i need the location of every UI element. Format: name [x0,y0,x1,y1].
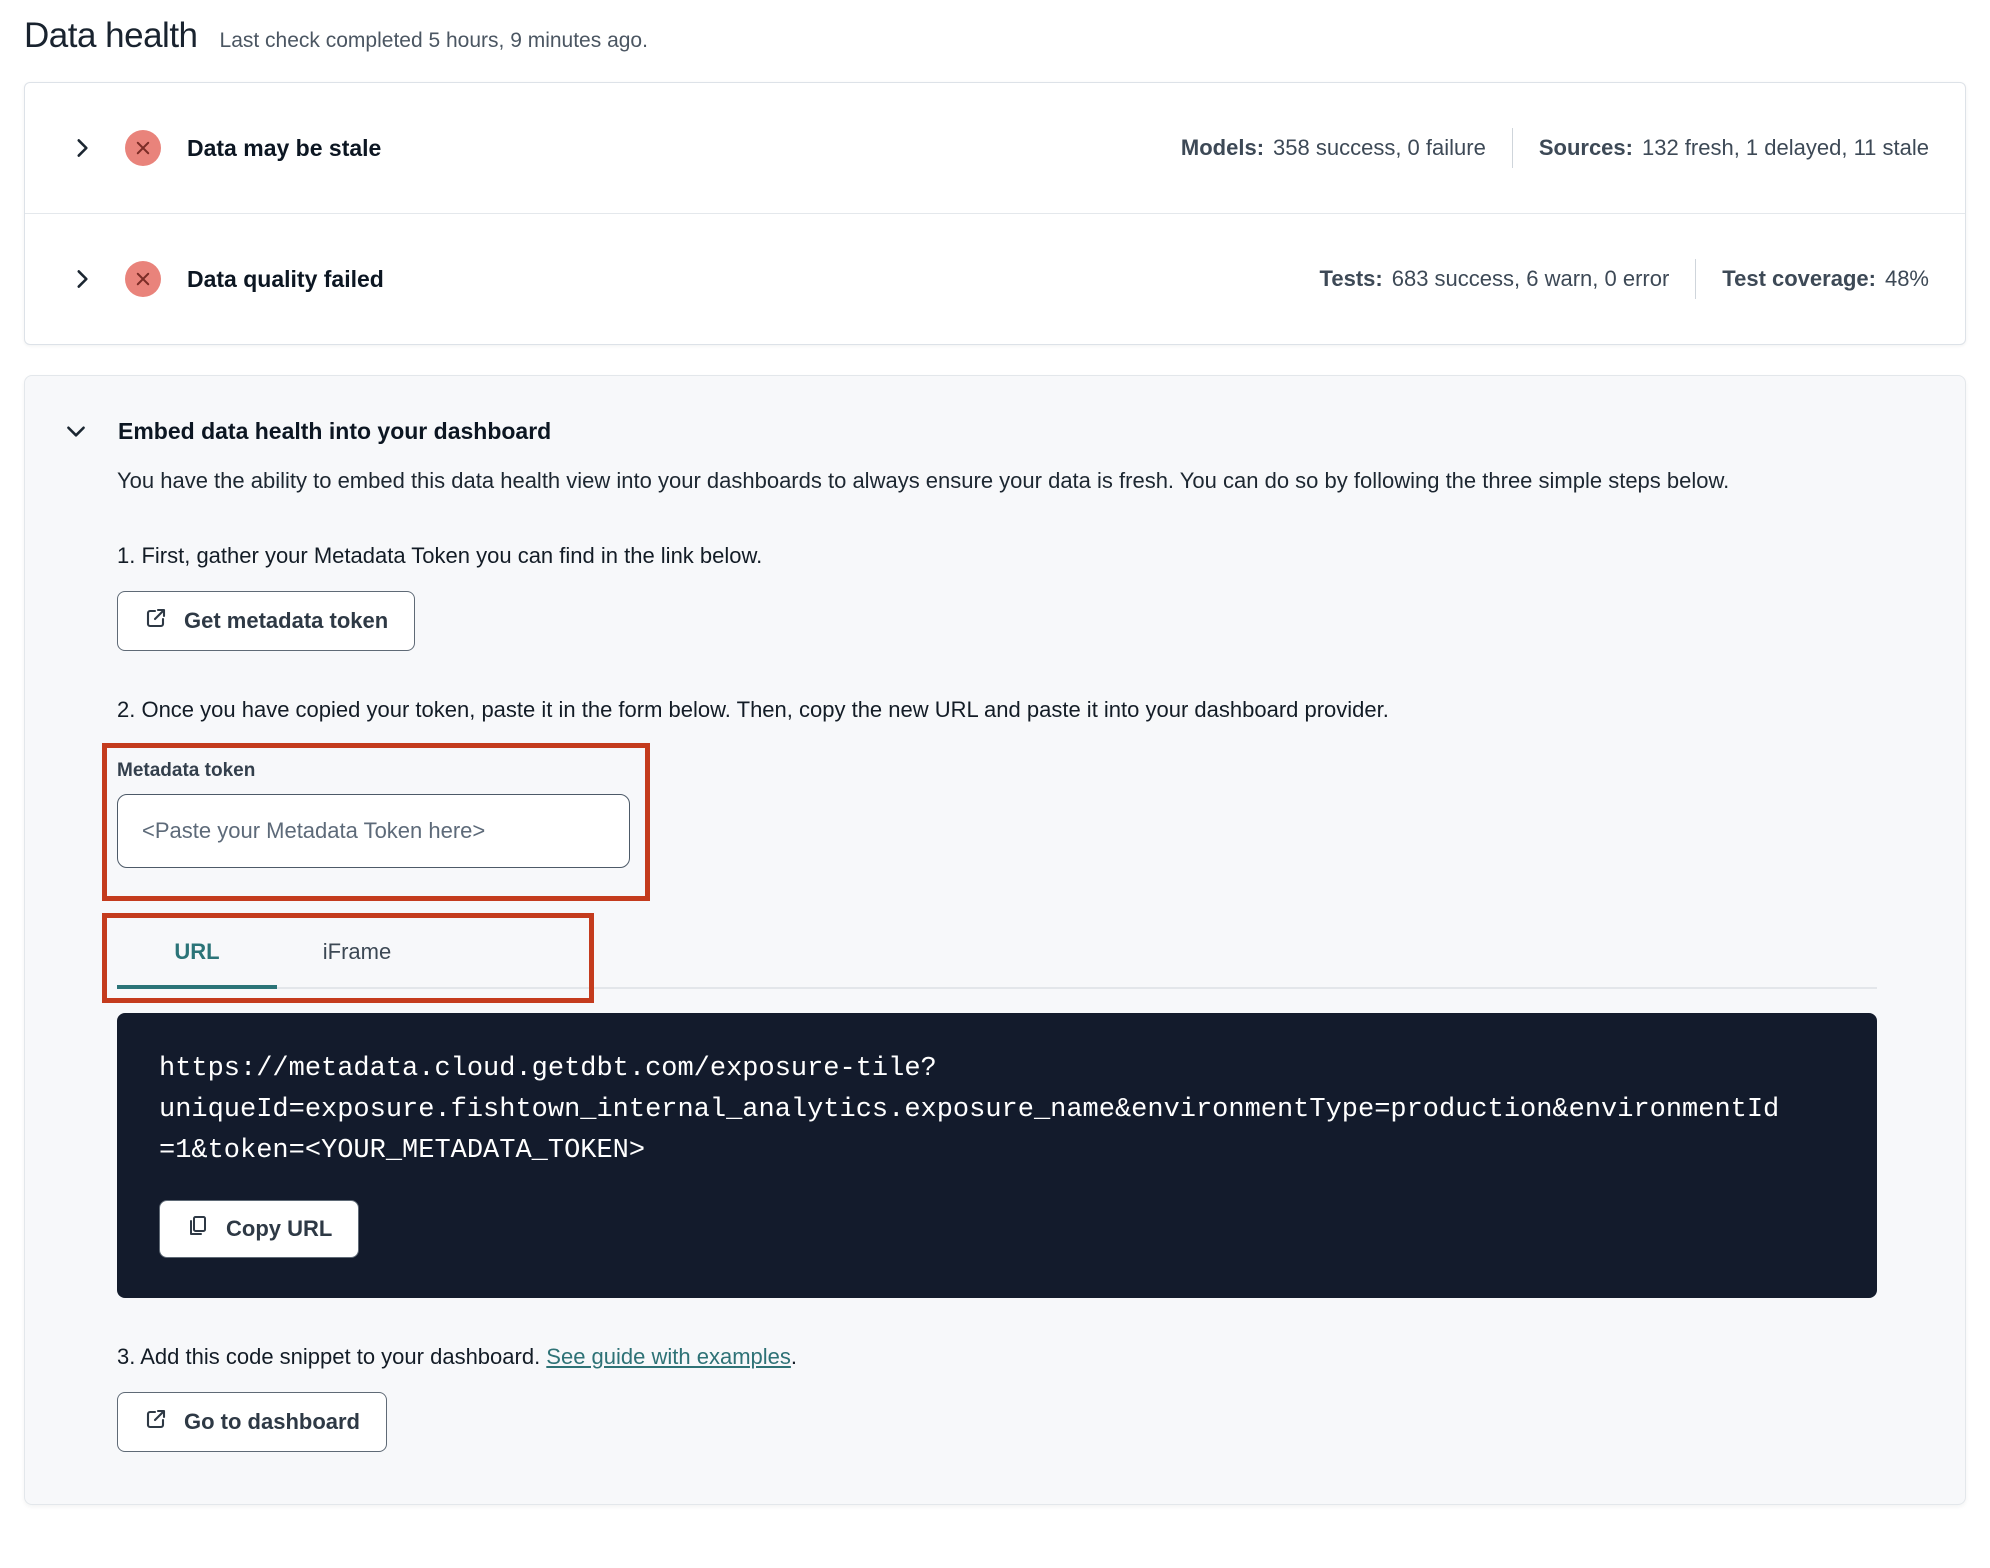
sources-stat: Sources: 132 fresh, 1 delayed, 11 stale [1539,135,1929,161]
copy-url-button[interactable]: Copy URL [159,1200,360,1258]
embed-panel: Embed data health into your dashboard Yo… [24,375,1966,1505]
step-2-text: 2. Once you have copied your token, past… [117,697,1389,722]
embed-url-line: uniqueId=exposure.fishtown_internal_anal… [159,1095,1780,1125]
copy-icon [186,1214,210,1244]
data-health-page: Data health Last check completed 5 hours… [0,0,1990,1505]
models-stat-value: 358 success, 0 failure [1273,135,1486,160]
status-row-data-quality[interactable]: Data quality failed Tests: 683 success, 6… [25,214,1965,344]
status-card: Data may be stale Models: 358 success, 0 … [24,82,1966,345]
embed-panel-title: Embed data health into your dashboard [118,417,552,444]
status-row-data-stale[interactable]: Data may be stale Models: 358 success, 0 … [25,83,1965,213]
guide-examples-link[interactable]: See guide with examples [546,1344,791,1369]
coverage-stat: Test coverage: 48% [1722,266,1929,292]
models-stat: Models: 358 success, 0 failure [1181,135,1486,161]
go-to-dashboard-label: Go to dashboard [184,1409,360,1434]
tests-stat-label: Tests: [1319,266,1383,291]
external-link-icon [144,1407,168,1437]
external-link-icon [144,606,168,636]
page-title: Data health [24,16,198,55]
step-1-text: 1. First, gather your Metadata Token you… [117,543,763,568]
tests-stat-value: 683 success, 6 warn, 0 error [1391,266,1670,291]
tests-stat: Tests: 683 success, 6 warn, 0 error [1320,266,1670,292]
stats-divider [1511,128,1513,168]
error-status-icon [125,261,161,297]
output-format-tabs: URL iFrame [102,913,1877,1003]
chevron-right-icon[interactable] [67,264,97,294]
annotation-highlight-token-box: Metadata token [102,743,650,901]
status-row-stats: Models: 358 success, 0 failure Sources: 13… [1181,128,1929,168]
error-status-icon [125,130,161,166]
chevron-right-icon[interactable] [67,133,97,163]
chevron-down-icon[interactable] [61,416,91,446]
sources-stat-value: 132 fresh, 1 delayed, 11 stale [1641,135,1929,160]
models-stat-label: Models: [1180,135,1265,160]
get-metadata-token-button[interactable]: Get metadata token [117,591,416,651]
tab-iframe[interactable]: iFrame [277,923,437,989]
status-row-title: Data quality failed [187,265,384,292]
embed-url-line: =1&token=<YOUR_METADATA_TOKEN> [159,1136,646,1166]
last-check-status: Last check completed 5 hours, 9 minutes … [219,29,648,52]
coverage-stat-value: 48% [1884,266,1929,291]
metadata-token-label: Metadata token [117,760,256,781]
step-3-suffix: . [790,1344,798,1369]
step-3-prefix: 3. Add this code snippet to your dashboa… [117,1344,547,1369]
coverage-stat-label: Test coverage: [1722,266,1876,291]
tab-url[interactable]: URL [117,923,277,989]
embed-description: You have the ability to embed this data … [117,468,1730,493]
metadata-token-input[interactable] [117,794,630,868]
status-row-stats: Tests: 683 success, 6 warn, 0 error Test … [1320,259,1929,299]
tab-bar: URL iFrame [117,915,1877,989]
page-header: Data health Last check completed 5 hours… [24,16,1966,56]
get-metadata-token-label: Get metadata token [184,608,389,633]
embed-url-line: https://metadata.cloud.getdbt.com/exposu… [159,1054,937,1084]
copy-url-label: Copy URL [226,1216,333,1241]
step-3-text: 3. Add this code snippet to your dashboa… [117,1344,1877,1370]
sources-stat-label: Sources: [1538,135,1633,160]
stats-divider [1695,259,1697,299]
go-to-dashboard-button[interactable]: Go to dashboard [117,1392,387,1452]
status-row-title: Data may be stale [187,134,382,161]
embed-url-code-block: https://metadata.cloud.getdbt.com/exposu… [117,1013,1877,1298]
embed-panel-header[interactable]: Embed data health into your dashboard [61,416,1877,446]
embed-panel-body: You have the ability to embed this data … [102,464,1877,1452]
